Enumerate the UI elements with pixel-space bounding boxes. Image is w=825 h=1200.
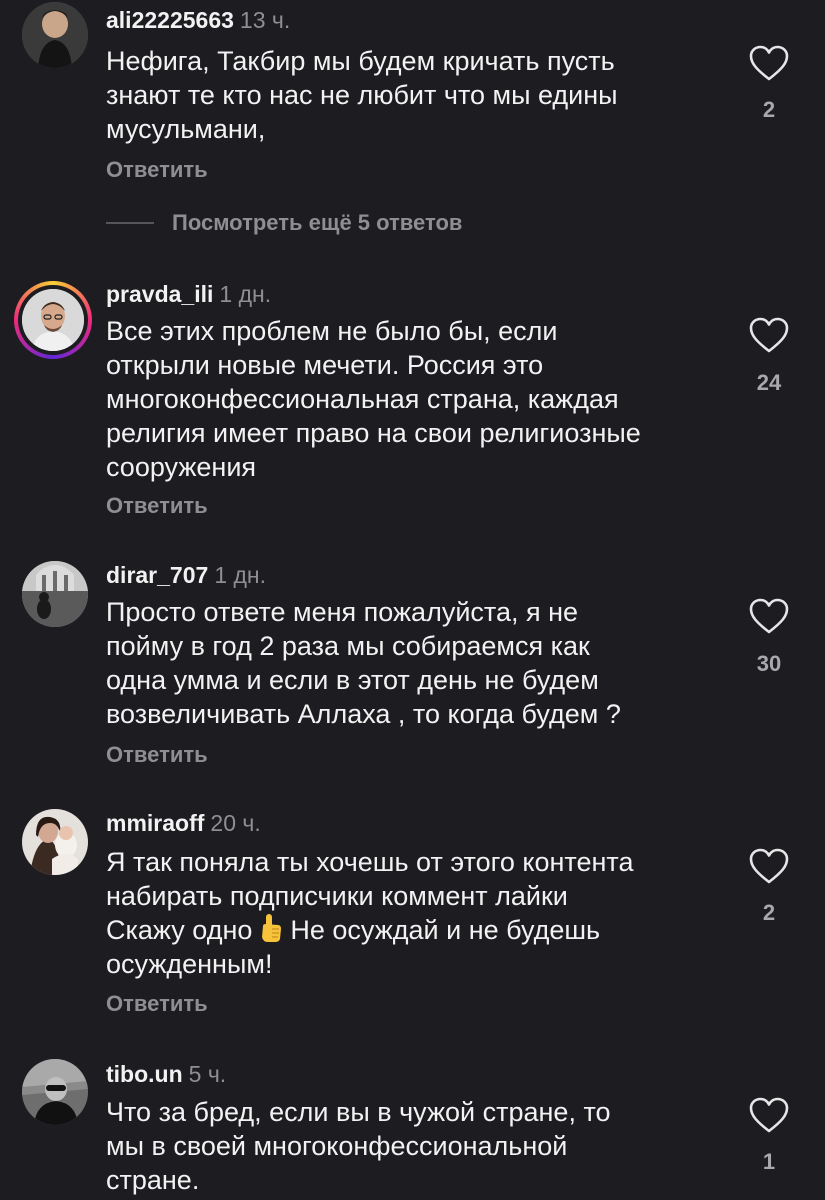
comment-meta: ali22225663 13 ч.: [106, 6, 290, 34]
like-count: 30: [756, 651, 782, 676]
timestamp: 20 ч.: [210, 810, 261, 836]
username[interactable]: dirar_707: [106, 562, 208, 588]
like-count: 1: [762, 1149, 776, 1174]
username[interactable]: tibo.un: [106, 1061, 183, 1087]
comment-meta: mmiraoff 20 ч.: [106, 809, 261, 837]
comment-text-segment: Скажу одно: [106, 915, 253, 945]
username[interactable]: pravda_ili: [106, 281, 213, 307]
view-more-replies-label: Посмотреть ещё 5 ответов: [172, 210, 463, 235]
reply-button[interactable]: Ответить: [106, 493, 208, 519]
timestamp: 5 ч.: [188, 1061, 227, 1087]
avatar-photo: [22, 289, 84, 351]
avatar[interactable]: [22, 2, 88, 68]
reply-button[interactable]: Ответить: [106, 157, 208, 183]
avatar[interactable]: [14, 281, 92, 359]
divider-line: [106, 222, 154, 224]
comment-text-line: набирать подписчики коммент лайки: [106, 881, 568, 911]
heart-icon[interactable]: [748, 847, 790, 885]
comment-text-segment: Не осуждай и не будешь: [290, 915, 601, 945]
comment-text: Я так поняла ты хочешь от этого контента…: [106, 845, 726, 981]
avatar-photo: [22, 1059, 88, 1125]
comment-text: Просто ответе меня пожалуйста, я не пойм…: [106, 597, 621, 729]
avatar-photo: [22, 809, 88, 875]
comment-text: Нефига, Такбир мы будем кричать пусть зн…: [106, 46, 618, 144]
like-count: 24: [756, 370, 782, 395]
heart-icon[interactable]: [748, 44, 790, 82]
heart-icon[interactable]: [748, 597, 790, 635]
like-count: 2: [762, 900, 776, 925]
heart-icon[interactable]: [748, 316, 790, 354]
comment-meta: pravda_ili 1 дн.: [106, 280, 271, 308]
avatar[interactable]: [22, 561, 88, 627]
reply-button[interactable]: Ответить: [106, 742, 208, 768]
avatar-photo: [22, 561, 88, 627]
timestamp: 1 дн.: [219, 281, 272, 307]
view-more-replies[interactable]: Посмотреть ещё 5 ответов: [106, 208, 462, 238]
comment-meta: tibo.un 5 ч.: [106, 1060, 226, 1088]
comment-text-line: Я так поняла ты хочешь от этого контента: [106, 847, 634, 877]
reply-button[interactable]: Ответить: [106, 991, 208, 1017]
username[interactable]: ali22225663: [106, 7, 234, 33]
heart-icon[interactable]: [748, 1096, 790, 1134]
timestamp: 13 ч.: [239, 7, 291, 33]
avatar[interactable]: [22, 1059, 88, 1125]
index-finger-up-icon: [262, 914, 282, 942]
avatar-photo: [22, 2, 88, 68]
avatar[interactable]: [22, 809, 88, 875]
comment-meta: dirar_707 1 дн.: [106, 561, 266, 589]
comment-text: Все этих проблем не было бы, если открыл…: [106, 316, 641, 482]
timestamp: 1 дн.: [214, 562, 267, 588]
comment-text-line: Скажу одно Не осуждай и не будешь: [106, 913, 726, 947]
comment-text: Что за бред, если вы в чужой стране, то …: [106, 1097, 611, 1195]
username[interactable]: mmiraoff: [106, 810, 204, 836]
comment-text-line: осужденным!: [106, 949, 273, 979]
like-count: 2: [762, 97, 776, 122]
